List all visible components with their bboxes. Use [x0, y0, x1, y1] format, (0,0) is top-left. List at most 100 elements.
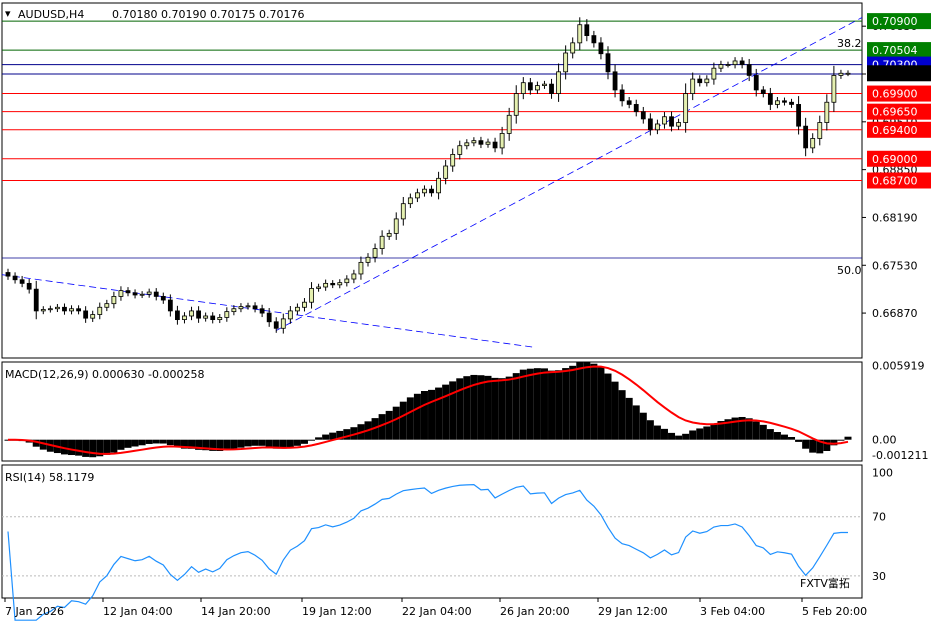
- candle-body: [605, 53, 611, 73]
- macd-bar: [660, 428, 668, 440]
- macd-bar: [802, 439, 810, 449]
- macd-bar: [491, 377, 499, 440]
- macd-bar: [788, 436, 796, 440]
- time-axis-label: 29 Jan 12:00: [598, 605, 668, 618]
- candle-body: [337, 282, 343, 286]
- chart-canvas[interactable]: 0.668700.675300.681900.688500.695100.701…: [0, 0, 936, 624]
- macd-bar: [583, 362, 591, 440]
- macd-bar: [555, 370, 563, 440]
- time-axis-label: 22 Jan 04:00: [402, 605, 472, 618]
- macd-bar: [773, 432, 781, 440]
- macd-bar: [752, 421, 760, 440]
- candle-body: [817, 122, 823, 139]
- macd-bar: [131, 439, 139, 447]
- macd-bar: [138, 439, 146, 446]
- candle-body: [330, 282, 336, 286]
- candle-body: [47, 308, 53, 311]
- macd-bar: [837, 439, 845, 441]
- macd-tick-label: 0.005919: [872, 360, 925, 373]
- macd-bar: [823, 439, 831, 452]
- macd-bar: [618, 390, 626, 440]
- candle-body: [365, 256, 371, 263]
- candle-body: [591, 35, 597, 44]
- macd-bar: [413, 393, 421, 440]
- candle-body: [252, 305, 258, 310]
- candle-body: [640, 111, 646, 120]
- price-label-text: 0.69400: [872, 124, 918, 137]
- candle-body: [302, 301, 307, 308]
- time-axis-label: 7 Jan 2026: [5, 605, 64, 618]
- quote-ohlc: 0.70180 0.70190 0.70175 0.70176: [112, 8, 304, 21]
- macd-bar: [89, 439, 97, 458]
- candle-body: [33, 288, 39, 312]
- candle-body: [393, 218, 399, 234]
- rsi-title: RSI(14) 58.1179: [5, 471, 94, 484]
- candle-body: [422, 188, 427, 194]
- candle-body: [669, 116, 674, 127]
- macd-bar: [710, 423, 718, 440]
- candle-body: [386, 232, 392, 237]
- candle-body: [520, 82, 526, 94]
- macd-bar: [484, 375, 492, 440]
- candle-body: [718, 64, 724, 69]
- current-price-box: [867, 65, 931, 82]
- candle-body: [690, 78, 696, 94]
- macd-bar: [625, 397, 633, 440]
- macd-bar: [237, 439, 245, 448]
- candle-body: [160, 296, 166, 301]
- macd-bar: [505, 376, 513, 440]
- price-label-text: 0.69650: [872, 106, 918, 119]
- candle-body: [760, 89, 766, 94]
- macd-bar: [689, 430, 697, 440]
- macd-bar: [103, 439, 111, 455]
- price-label-text: 0.70900: [872, 15, 918, 28]
- candle-body: [563, 52, 569, 73]
- candle-body: [775, 100, 780, 105]
- candle-body: [351, 273, 357, 280]
- candle-body: [542, 83, 547, 86]
- macd-bar: [117, 439, 125, 450]
- candle-body: [259, 308, 265, 314]
- macd-bar: [569, 365, 577, 440]
- candle-body: [556, 71, 561, 94]
- macd-bar: [251, 439, 259, 446]
- downtrend-dashed-line: [1, 274, 534, 348]
- macd-bar: [576, 362, 584, 440]
- price-label-text: 0.70504: [872, 44, 918, 57]
- candle-body: [280, 318, 286, 329]
- chart-menu-arrow[interactable]: ▾: [5, 7, 11, 20]
- candle-body: [796, 104, 801, 127]
- macd-tick-label: -0.001211: [872, 449, 928, 462]
- macd-bar: [286, 439, 294, 448]
- candle-body: [344, 278, 350, 284]
- symbol-timeframe: AUDUSD,H4: [18, 8, 84, 21]
- candle-body: [69, 308, 74, 312]
- candle-body: [746, 64, 752, 76]
- macd-bar: [124, 439, 132, 448]
- macd-bar: [435, 387, 443, 440]
- candle-body: [217, 317, 223, 321]
- macd-bar: [780, 434, 788, 440]
- candle-body: [739, 60, 745, 65]
- candle-body: [513, 93, 519, 116]
- candle-body: [732, 60, 738, 65]
- macd-bar: [604, 373, 612, 440]
- candle-body: [485, 141, 491, 145]
- macd-bar: [844, 436, 852, 440]
- candle-body: [12, 275, 18, 281]
- candle-body: [139, 293, 145, 296]
- candle-body: [704, 78, 710, 84]
- candle-body: [506, 114, 512, 134]
- candle-body: [577, 24, 583, 44]
- candle-body: [535, 85, 540, 91]
- macd-bar: [152, 439, 160, 444]
- time-axis-label: 26 Jan 20:00: [500, 605, 570, 618]
- macd-bar: [668, 432, 676, 440]
- macd-bar: [244, 439, 252, 447]
- macd-bar: [477, 375, 485, 440]
- candle-body: [266, 312, 272, 323]
- macd-bar: [75, 439, 83, 456]
- candle-body: [287, 310, 293, 320]
- candle-body: [167, 299, 173, 312]
- candle-body: [676, 122, 681, 127]
